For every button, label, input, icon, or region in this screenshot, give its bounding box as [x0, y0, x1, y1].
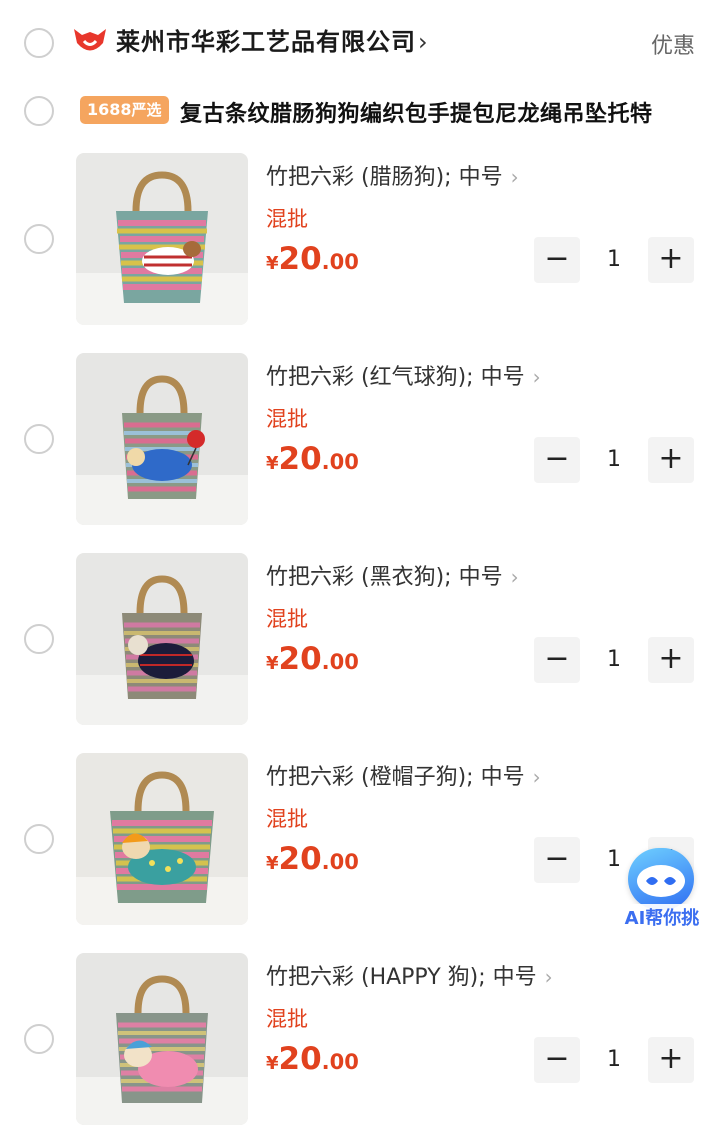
- price-integer: 20: [278, 441, 322, 477]
- decrease-quantity-button[interactable]: −: [534, 237, 580, 283]
- product-image[interactable]: [76, 353, 248, 525]
- variant-selector[interactable]: 竹把六彩 (腊肠狗); 中号 ›: [266, 159, 519, 191]
- product-image[interactable]: [76, 153, 248, 325]
- variant-text: 竹把六彩 (橙帽子狗); 中号: [266, 765, 525, 790]
- cart-item: 竹把六彩 (红气球狗); 中号 › 混批 ¥20.00 − 1 +: [0, 353, 720, 533]
- ai-helper-label: AI帮你挑: [616, 904, 708, 934]
- variant-text: 竹把六彩 (腊肠狗); 中号: [266, 165, 503, 190]
- item-select-radio[interactable]: [24, 424, 54, 454]
- currency-symbol: ¥: [266, 653, 279, 674]
- variant-text: 竹把六彩 (红气球狗); 中号: [266, 365, 525, 390]
- mixed-batch-tag: 混批: [266, 1007, 308, 1031]
- store-name-text: 莱州市华彩工艺品有限公司: [116, 28, 416, 56]
- quantity-value[interactable]: 1: [580, 437, 648, 483]
- item-select-radio[interactable]: [24, 824, 54, 854]
- product-select-radio[interactable]: [24, 96, 54, 126]
- product-title[interactable]: 复古条纹腊肠狗狗编织包手提包尼龙绳吊坠托特: [180, 96, 653, 128]
- quantity-stepper: − 1 +: [534, 1037, 694, 1083]
- price-integer: 20: [278, 841, 322, 877]
- chevron-right-icon: ›: [510, 165, 519, 189]
- store-logo-icon: [74, 29, 106, 51]
- increase-quantity-button[interactable]: +: [648, 437, 694, 483]
- currency-symbol: ¥: [266, 253, 279, 274]
- mixed-batch-tag: 混批: [266, 207, 308, 231]
- price-decimal: .00: [321, 850, 359, 874]
- price-decimal: .00: [321, 250, 359, 274]
- product-image[interactable]: [76, 553, 248, 725]
- quantity-stepper: − 1 +: [534, 637, 694, 683]
- badge-number: 1688: [87, 100, 132, 119]
- product-title-row: 1688严选 复古条纹腊肠狗狗编织包手提包尼龙绳吊坠托特: [0, 86, 720, 136]
- mixed-batch-tag: 混批: [266, 607, 308, 631]
- item-price: ¥20.00: [266, 241, 359, 277]
- item-select-radio[interactable]: [24, 1024, 54, 1054]
- mixed-batch-tag: 混批: [266, 407, 308, 431]
- ai-assistant-icon: [628, 848, 694, 910]
- chevron-right-icon: ›: [532, 765, 541, 789]
- decrease-quantity-button[interactable]: −: [534, 637, 580, 683]
- badge-text: 严选: [131, 101, 162, 119]
- cart-item: 竹把六彩 (橙帽子狗); 中号› 混批 ¥20.00 − 1 +: [0, 753, 720, 933]
- mixed-batch-tag: 混批: [266, 807, 308, 831]
- product-image[interactable]: [76, 753, 248, 925]
- cart-item: 竹把六彩 (HAPPY 狗); 中号 › 混批 ¥20.00 − 1 +: [0, 953, 720, 1133]
- quantity-value[interactable]: 1: [580, 637, 648, 683]
- variant-selector[interactable]: 竹把六彩 (红气球狗); 中号 ›: [266, 359, 541, 391]
- variant-selector[interactable]: 竹把六彩 (橙帽子狗); 中号 ›: [266, 759, 541, 791]
- item-price: ¥20.00: [266, 441, 359, 477]
- cart-item: 竹把六彩 (腊肠狗); 中号 › 混批 ¥20.00 − 1 +: [0, 153, 720, 333]
- price-integer: 20: [278, 241, 322, 277]
- chevron-right-icon: ›: [544, 965, 553, 989]
- ai-helper-button[interactable]: AI帮你挑: [616, 848, 708, 940]
- currency-symbol: ¥: [266, 1053, 279, 1074]
- product-image[interactable]: [76, 953, 248, 1125]
- decrease-quantity-button[interactable]: −: [534, 1037, 580, 1083]
- price-decimal: .00: [321, 650, 359, 674]
- price-integer: 20: [278, 641, 322, 677]
- quantity-value[interactable]: 1: [580, 237, 648, 283]
- increase-quantity-button[interactable]: +: [648, 237, 694, 283]
- chevron-right-icon: ›: [418, 28, 429, 56]
- item-price: ¥20.00: [266, 841, 359, 877]
- price-integer: 20: [278, 1041, 322, 1077]
- store-header: 莱州市华彩工艺品有限公司› 优惠: [0, 0, 720, 86]
- cart-item: 竹把六彩 (黑衣狗); 中号 › 混批 ¥20.00 − 1 +: [0, 553, 720, 733]
- variant-text: 竹把六彩 (HAPPY 狗); 中号: [266, 965, 537, 990]
- store-name-link[interactable]: 莱州市华彩工艺品有限公司›: [116, 22, 429, 57]
- item-select-radio[interactable]: [24, 224, 54, 254]
- currency-symbol: ¥: [266, 453, 279, 474]
- currency-symbol: ¥: [266, 853, 279, 874]
- price-decimal: .00: [321, 1050, 359, 1074]
- chevron-right-icon: ›: [532, 365, 541, 389]
- quantity-stepper: − 1 +: [534, 237, 694, 283]
- price-decimal: .00: [321, 450, 359, 474]
- increase-quantity-button[interactable]: +: [648, 1037, 694, 1083]
- store-select-radio[interactable]: [24, 28, 54, 58]
- decrease-quantity-button[interactable]: −: [534, 837, 580, 883]
- decrease-quantity-button[interactable]: −: [534, 437, 580, 483]
- yanxuan-badge: 1688严选: [80, 96, 169, 124]
- chevron-right-icon: ›: [510, 565, 519, 589]
- item-select-radio[interactable]: [24, 624, 54, 654]
- increase-quantity-button[interactable]: +: [648, 637, 694, 683]
- discount-button[interactable]: 优惠: [651, 28, 695, 60]
- item-price: ¥20.00: [266, 1041, 359, 1077]
- variant-selector[interactable]: 竹把六彩 (黑衣狗); 中号 ›: [266, 559, 519, 591]
- quantity-value[interactable]: 1: [580, 1037, 648, 1083]
- quantity-stepper: − 1 +: [534, 437, 694, 483]
- item-price: ¥20.00: [266, 641, 359, 677]
- variant-text: 竹把六彩 (黑衣狗); 中号: [266, 565, 503, 590]
- variant-selector[interactable]: 竹把六彩 (HAPPY 狗); 中号 ›: [266, 959, 553, 991]
